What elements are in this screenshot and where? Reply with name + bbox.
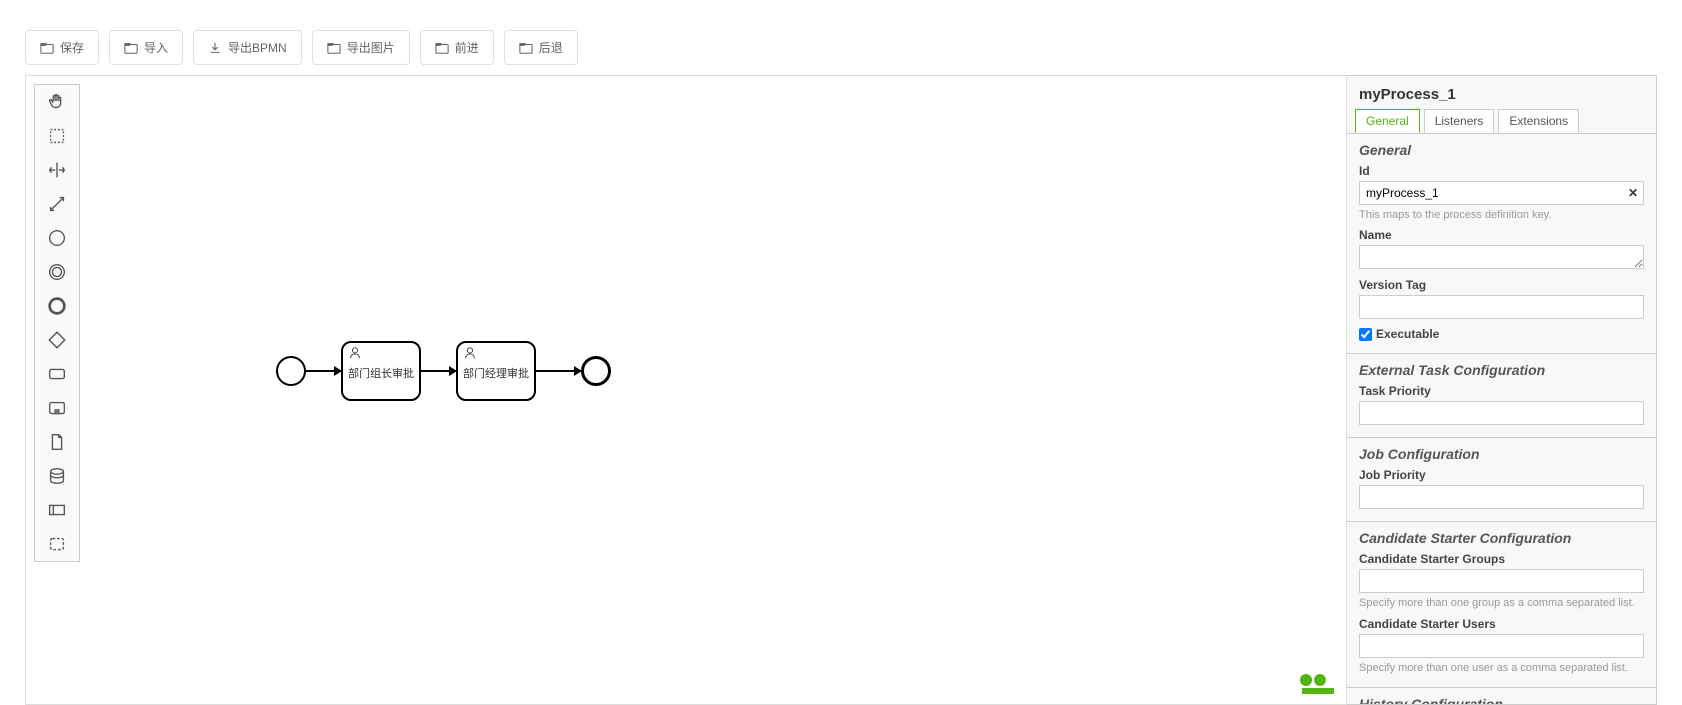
name-input[interactable]	[1359, 245, 1644, 269]
clear-icon[interactable]: ✕	[1628, 186, 1638, 200]
group-title: History Configuration	[1359, 696, 1644, 705]
executable-checkbox[interactable]	[1359, 328, 1372, 341]
task-label: 部门组长审批	[348, 365, 414, 381]
participant-tool[interactable]	[35, 493, 79, 527]
end-event-node[interactable]	[581, 356, 611, 386]
start-event-tool[interactable]	[35, 221, 79, 255]
back-button[interactable]: 后退	[504, 30, 578, 65]
end-event-tool[interactable]	[35, 289, 79, 323]
task-priority-input[interactable]	[1359, 401, 1644, 425]
group-candidate-starter: Candidate Starter Configuration Candidat…	[1347, 521, 1656, 687]
forward-button[interactable]: 前进	[420, 30, 494, 65]
executable-label: Executable	[1376, 327, 1439, 341]
folder-icon	[435, 41, 449, 55]
back-label: 后退	[539, 39, 563, 56]
export-bpmn-label: 导出BPMN	[228, 39, 287, 56]
user-icon	[348, 346, 362, 360]
palette	[34, 84, 80, 562]
tab-general[interactable]: General	[1355, 109, 1420, 133]
bpmn-canvas[interactable]: 部门组长审批 部门经理审批	[25, 75, 1347, 705]
candidate-users-hint: Specify more than one user as a comma se…	[1359, 661, 1644, 675]
candidate-users-label: Candidate Starter Users	[1359, 617, 1644, 631]
task-priority-label: Task Priority	[1359, 384, 1644, 398]
lasso-tool[interactable]	[35, 119, 79, 153]
folder-icon	[124, 41, 138, 55]
name-label: Name	[1359, 228, 1644, 242]
version-tag-label: Version Tag	[1359, 278, 1644, 292]
data-object-tool[interactable]	[35, 425, 79, 459]
import-label: 导入	[144, 39, 168, 56]
start-event-node[interactable]	[276, 356, 306, 386]
user-task-2[interactable]: 部门经理审批	[456, 341, 536, 401]
save-label: 保存	[60, 39, 84, 56]
folder-icon	[519, 41, 533, 55]
id-label: Id	[1359, 164, 1644, 178]
task-label: 部门经理审批	[463, 365, 529, 381]
data-store-tool[interactable]	[35, 459, 79, 493]
group-title: Candidate Starter Configuration	[1359, 530, 1644, 546]
properties-panel[interactable]: myProcess_1 General Listeners Extensions…	[1347, 75, 1657, 705]
forward-label: 前进	[455, 39, 479, 56]
group-title: External Task Configuration	[1359, 362, 1644, 378]
toolbar: 保存 导入 导出BPMN 导出图片 前进 后退	[25, 0, 1657, 75]
sequence-flow[interactable]	[421, 370, 456, 372]
group-tool[interactable]	[35, 527, 79, 561]
folder-icon	[327, 41, 341, 55]
export-image-button[interactable]: 导出图片	[312, 30, 410, 65]
panel-header: myProcess_1	[1347, 76, 1656, 109]
task-tool[interactable]	[35, 357, 79, 391]
user-task-1[interactable]: 部门组长审批	[341, 341, 421, 401]
group-title: Job Configuration	[1359, 446, 1644, 462]
candidate-users-input[interactable]	[1359, 634, 1644, 658]
space-tool[interactable]	[35, 153, 79, 187]
group-external-task: External Task Configuration Task Priorit…	[1347, 353, 1656, 437]
sequence-flow[interactable]	[536, 370, 581, 372]
subprocess-tool[interactable]	[35, 391, 79, 425]
candidate-groups-input[interactable]	[1359, 569, 1644, 593]
download-icon	[208, 41, 222, 55]
tab-listeners[interactable]: Listeners	[1424, 109, 1495, 133]
intermediate-event-tool[interactable]	[35, 255, 79, 289]
export-image-label: 导出图片	[347, 39, 395, 56]
import-button[interactable]: 导入	[109, 30, 183, 65]
sequence-flow[interactable]	[306, 370, 341, 372]
job-priority-input[interactable]	[1359, 485, 1644, 509]
job-priority-label: Job Priority	[1359, 468, 1644, 482]
candidate-groups-label: Candidate Starter Groups	[1359, 552, 1644, 566]
folder-icon	[40, 41, 54, 55]
bpmn-io-logo	[1298, 672, 1338, 696]
export-bpmn-button[interactable]: 导出BPMN	[193, 30, 302, 65]
id-hint: This maps to the process definition key.	[1359, 208, 1644, 222]
save-button[interactable]: 保存	[25, 30, 99, 65]
hand-tool[interactable]	[35, 85, 79, 119]
version-tag-input[interactable]	[1359, 295, 1644, 319]
group-history: History Configuration	[1347, 687, 1656, 705]
candidate-groups-hint: Specify more than one group as a comma s…	[1359, 596, 1644, 610]
global-connect-tool[interactable]	[35, 187, 79, 221]
user-icon	[463, 346, 477, 360]
id-input[interactable]	[1359, 181, 1644, 205]
group-general: General Id ✕ This maps to the process de…	[1347, 133, 1656, 353]
gateway-tool[interactable]	[35, 323, 79, 357]
group-title: General	[1359, 142, 1644, 158]
group-job: Job Configuration Job Priority	[1347, 437, 1656, 521]
tab-extensions[interactable]: Extensions	[1498, 109, 1579, 133]
